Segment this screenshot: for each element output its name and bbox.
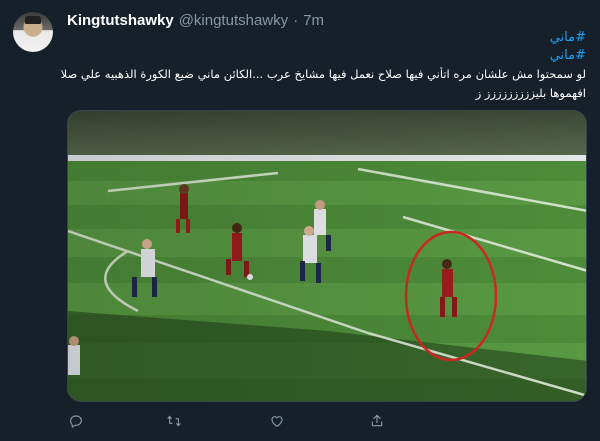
tweet-header: Kingtutshawky @kingtutshawky · 7m	[67, 10, 324, 30]
avatar[interactable]	[13, 12, 53, 52]
tweet-text-line: افهموها بليززززززززز ز	[475, 86, 586, 100]
hashtag-link[interactable]: #ماني	[550, 30, 586, 45]
reply-icon	[70, 415, 82, 428]
share-icon	[371, 414, 383, 427]
heart-icon	[271, 416, 283, 427]
tweet-image[interactable]	[67, 110, 587, 402]
retweet-button[interactable]	[165, 412, 183, 430]
like-button[interactable]	[268, 412, 286, 430]
tweet-timestamp[interactable]: 7m	[303, 12, 324, 29]
reply-button[interactable]	[67, 412, 85, 430]
tweet-card[interactable]: Kingtutshawky @kingtutshawky · 7m #ماني …	[0, 0, 600, 441]
author-name[interactable]: Kingtutshawky	[67, 12, 174, 29]
football-pitch-photo	[68, 111, 586, 401]
author-handle[interactable]: @kingtutshawky	[179, 12, 288, 29]
hashtag-link[interactable]: #ماني	[550, 48, 586, 63]
retweet-icon	[167, 415, 181, 427]
share-button[interactable]	[368, 412, 386, 430]
tweet-actions	[67, 412, 467, 432]
separator-dot: ·	[293, 11, 299, 29]
tweet-text-line: لو سمحتوا مش علشان مره اتأني فيها صلاح ن…	[61, 67, 586, 81]
